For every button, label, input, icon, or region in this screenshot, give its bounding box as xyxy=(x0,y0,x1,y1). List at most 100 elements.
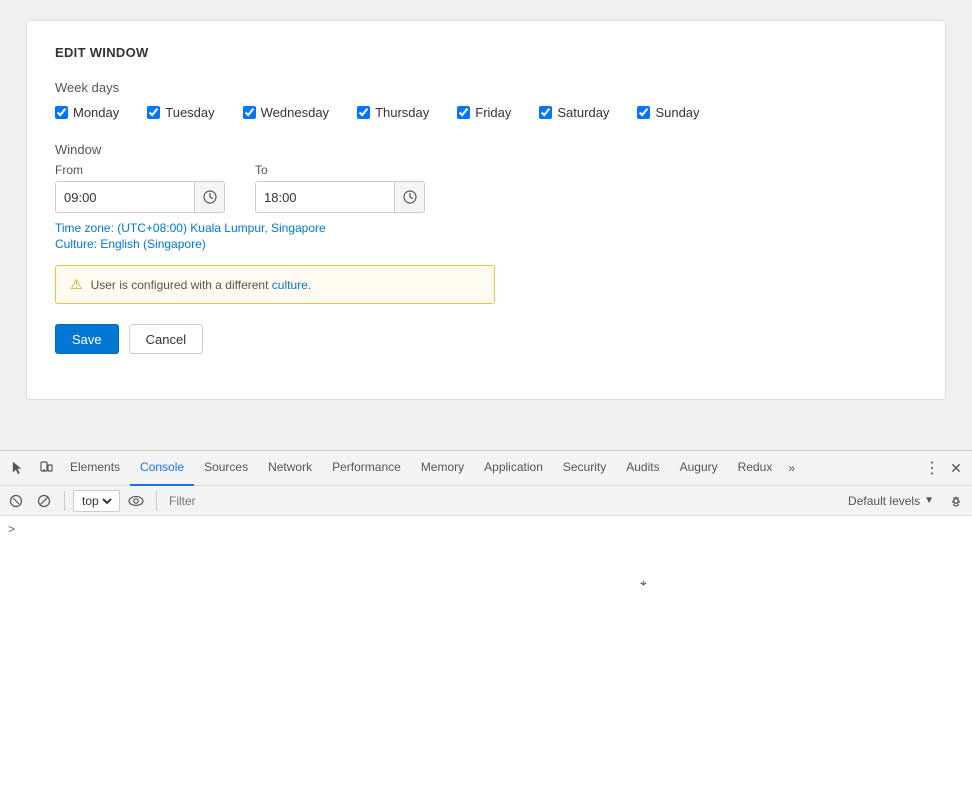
to-time-icon-btn[interactable] xyxy=(394,182,424,212)
edit-window-card: EDIT WINDOW Week days Monday Tuesday Wed… xyxy=(26,20,946,400)
dropdown-arrow-icon: ▼ xyxy=(924,495,934,506)
settings-gear-btn[interactable] xyxy=(944,489,968,513)
default-levels-btn[interactable]: Default levels ▼ xyxy=(842,490,940,512)
warning-box: ⚠ User is configured with a different cu… xyxy=(55,265,495,304)
day-sunday-checkbox[interactable] xyxy=(637,106,650,119)
tab-elements-label: Elements xyxy=(70,460,120,474)
preserve-log-btn[interactable] xyxy=(32,489,56,513)
tab-performance[interactable]: Performance xyxy=(322,451,411,486)
day-saturday[interactable]: Saturday xyxy=(539,105,609,120)
day-wednesday-label: Wednesday xyxy=(261,105,329,120)
day-tuesday[interactable]: Tuesday xyxy=(147,105,214,120)
culture-link[interactable]: culture. xyxy=(272,278,311,292)
to-input[interactable] xyxy=(256,182,394,212)
main-area: EDIT WINDOW Week days Monday Tuesday Wed… xyxy=(0,0,972,450)
day-friday-checkbox[interactable] xyxy=(457,106,470,119)
tab-memory[interactable]: Memory xyxy=(411,451,474,486)
tab-performance-label: Performance xyxy=(332,460,401,474)
timezone-text: Time zone: (UTC+08:00) Kuala Lumpur, Sin… xyxy=(55,221,917,235)
card-title: EDIT WINDOW xyxy=(55,45,917,60)
devtools-device-btn[interactable] xyxy=(32,454,60,482)
day-wednesday-checkbox[interactable] xyxy=(243,106,256,119)
tab-sources-label: Sources xyxy=(204,460,248,474)
toolbar-divider-2 xyxy=(156,491,157,511)
cursor-icon xyxy=(11,461,25,475)
tab-audits-label: Audits xyxy=(626,460,659,474)
ban-icon xyxy=(37,494,51,508)
context-select-wrapper: top xyxy=(73,490,120,512)
clear-console-btn[interactable] xyxy=(4,489,28,513)
clear-icon xyxy=(9,494,23,508)
to-field-group: To xyxy=(255,163,425,213)
console-arrow[interactable]: > xyxy=(8,520,15,538)
from-input[interactable] xyxy=(56,182,194,212)
eye-icon xyxy=(128,495,144,507)
devtools-panel: Elements Console Sources Network Perform… xyxy=(0,450,972,808)
toolbar-divider-1 xyxy=(64,491,65,511)
warning-icon: ⚠ xyxy=(70,276,83,293)
weekdays-row: Monday Tuesday Wednesday Thursday Friday… xyxy=(55,105,917,120)
eye-btn[interactable] xyxy=(124,489,148,513)
window-label: Window xyxy=(55,142,917,157)
filter-input-wrapper xyxy=(165,494,838,508)
from-label: From xyxy=(55,163,225,177)
console-content: > ⌖ xyxy=(0,516,972,808)
clock-icon xyxy=(203,190,217,204)
default-levels-label: Default levels xyxy=(848,494,920,508)
tab-augury-label: Augury xyxy=(680,460,718,474)
tab-application[interactable]: Application xyxy=(474,451,553,486)
to-label: To xyxy=(255,163,425,177)
cancel-button[interactable]: Cancel xyxy=(129,324,203,354)
day-thursday-label: Thursday xyxy=(375,105,429,120)
console-toolbar: top Default levels ▼ xyxy=(0,486,972,516)
from-input-wrapper xyxy=(55,181,225,213)
tab-elements[interactable]: Elements xyxy=(60,451,130,486)
day-thursday[interactable]: Thursday xyxy=(357,105,429,120)
to-input-wrapper xyxy=(255,181,425,213)
day-monday-label: Monday xyxy=(73,105,119,120)
weekdays-label: Week days xyxy=(55,80,917,95)
day-tuesday-checkbox[interactable] xyxy=(147,106,160,119)
devtools-close-btn[interactable]: ✕ xyxy=(944,456,968,480)
tab-security[interactable]: Security xyxy=(553,451,616,486)
tab-network[interactable]: Network xyxy=(258,451,322,486)
clock-icon-2 xyxy=(403,190,417,204)
tab-security-label: Security xyxy=(563,460,606,474)
tab-redux-label: Redux xyxy=(738,460,773,474)
devtools-dotmenu-btn[interactable]: ⋮ xyxy=(920,456,944,480)
tab-console[interactable]: Console xyxy=(130,451,194,486)
tab-redux[interactable]: Redux xyxy=(728,451,783,486)
tab-more-btn[interactable]: » xyxy=(782,451,801,486)
tab-sources[interactable]: Sources xyxy=(194,451,258,486)
day-monday-checkbox[interactable] xyxy=(55,106,68,119)
from-field-group: From xyxy=(55,163,225,213)
day-friday-label: Friday xyxy=(475,105,511,120)
warning-text: User is configured with a different cult… xyxy=(91,278,312,292)
tab-audits[interactable]: Audits xyxy=(616,451,669,486)
filter-input[interactable] xyxy=(165,494,838,508)
context-select[interactable]: top xyxy=(78,493,115,509)
day-sunday-label: Sunday xyxy=(655,105,699,120)
day-sunday[interactable]: Sunday xyxy=(637,105,699,120)
devtools-inspect-btn[interactable] xyxy=(4,454,32,482)
tab-more-label: » xyxy=(788,461,795,475)
day-tuesday-label: Tuesday xyxy=(165,105,214,120)
gear-icon xyxy=(949,494,963,508)
actions-row: Save Cancel xyxy=(55,324,917,354)
day-thursday-checkbox[interactable] xyxy=(357,106,370,119)
day-saturday-checkbox[interactable] xyxy=(539,106,552,119)
tab-console-label: Console xyxy=(140,460,184,474)
tab-network-label: Network xyxy=(268,460,312,474)
tab-memory-label: Memory xyxy=(421,460,464,474)
save-button[interactable]: Save xyxy=(55,324,119,354)
tab-augury[interactable]: Augury xyxy=(670,451,728,486)
from-time-icon-btn[interactable] xyxy=(194,182,224,212)
cursor-indicator: ⌖ xyxy=(640,576,647,591)
day-wednesday[interactable]: Wednesday xyxy=(243,105,329,120)
day-monday[interactable]: Monday xyxy=(55,105,119,120)
day-friday[interactable]: Friday xyxy=(457,105,511,120)
tab-application-label: Application xyxy=(484,460,543,474)
devtools-tabs-bar: Elements Console Sources Network Perform… xyxy=(0,451,972,486)
device-icon xyxy=(39,461,53,475)
culture-text: Culture: English (Singapore) xyxy=(55,237,917,251)
